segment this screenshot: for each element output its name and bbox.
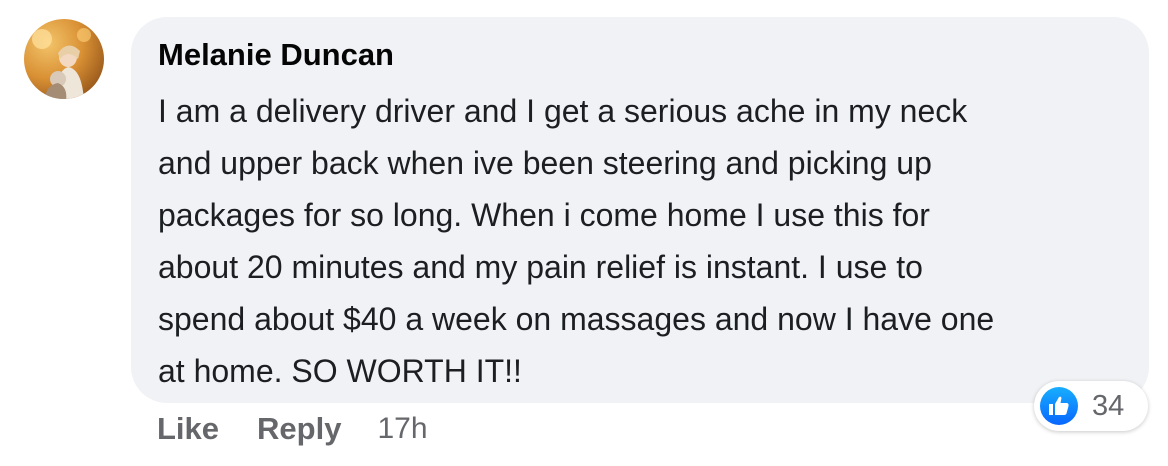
reply-button[interactable]: Reply bbox=[257, 410, 341, 448]
comment-author[interactable]: Melanie Duncan bbox=[158, 37, 394, 73]
comment-timestamp[interactable]: 17h bbox=[377, 410, 427, 448]
thumbs-up-icon bbox=[1040, 387, 1078, 425]
reaction-count: 34 bbox=[1092, 390, 1125, 422]
comment-text-line: I am a delivery driver and I get a serio… bbox=[158, 93, 968, 129]
comment-text: I am a delivery driver and I get a serio… bbox=[158, 85, 1133, 397]
comment-text-line: packages for so long. When i come home I… bbox=[158, 197, 930, 233]
comment-text-line: and upper back when ive been steering an… bbox=[158, 145, 932, 181]
like-button[interactable]: Like bbox=[157, 410, 219, 448]
comment-actions: Like Reply 17h bbox=[157, 409, 428, 449]
comment-bubble: Melanie Duncan I am a delivery driver an… bbox=[131, 17, 1149, 403]
comment-text-line: about 20 minutes and my pain relief is i… bbox=[158, 249, 923, 285]
comment-text-line: spend about $40 a week on massages and n… bbox=[158, 301, 995, 337]
comment-text-line: at home. SO WORTH IT!! bbox=[158, 353, 522, 389]
reaction-summary[interactable]: 34 bbox=[1034, 381, 1148, 431]
profile-photo bbox=[32, 28, 91, 99]
avatar[interactable] bbox=[24, 19, 104, 99]
